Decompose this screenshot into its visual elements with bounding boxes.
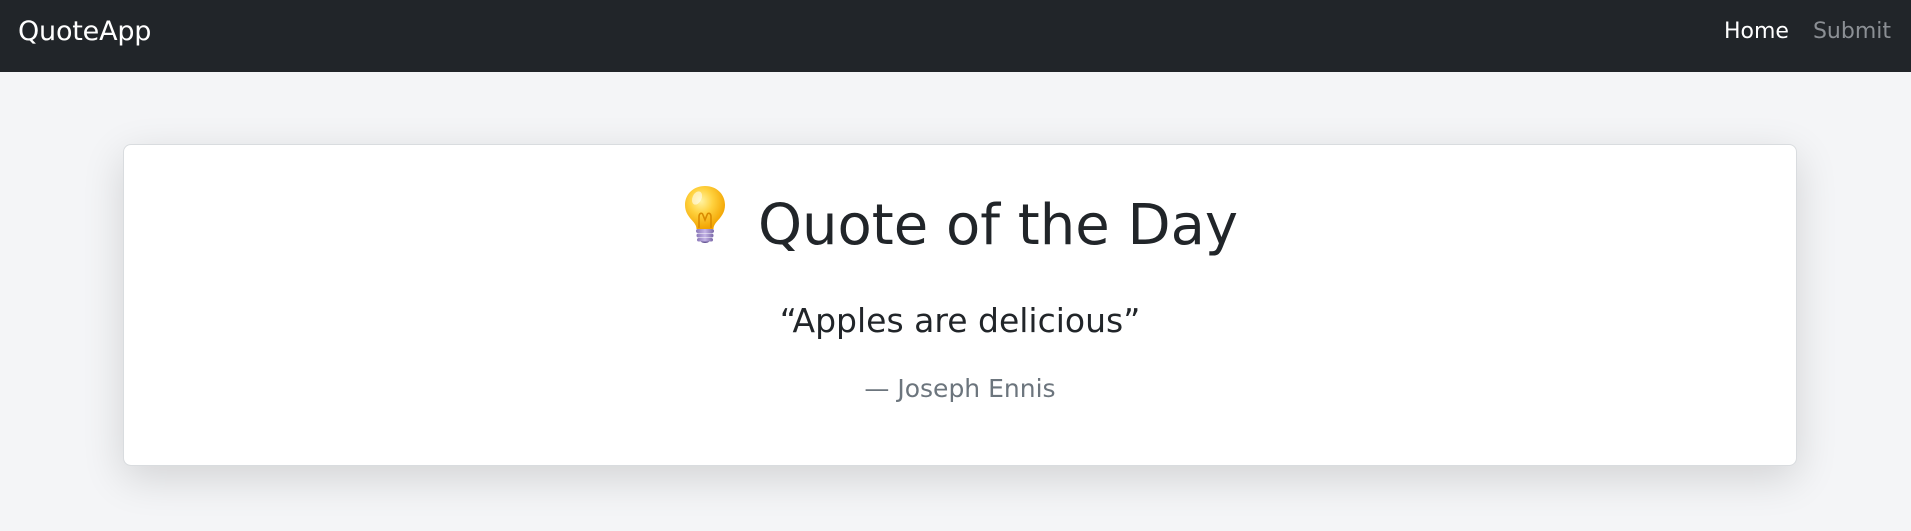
nav-links: Home Submit — [1724, 0, 1891, 72]
quote-text: “Apples are delicious” — [779, 301, 1141, 340]
quote-card: Quote of the Day “Apples are delicious” … — [123, 144, 1797, 466]
brand-link[interactable]: QuoteApp — [18, 0, 151, 72]
page-title-row: Quote of the Day — [124, 184, 1796, 269]
nav-link-home[interactable]: Home — [1724, 21, 1789, 43]
lightbulb-icon — [682, 184, 728, 265]
nav-link-submit[interactable]: Submit — [1813, 21, 1891, 43]
navbar: QuoteApp Home Submit — [0, 0, 1911, 72]
quote-author: — Joseph Ennis — [864, 374, 1056, 403]
page-title: Quote of the Day — [757, 193, 1239, 258]
